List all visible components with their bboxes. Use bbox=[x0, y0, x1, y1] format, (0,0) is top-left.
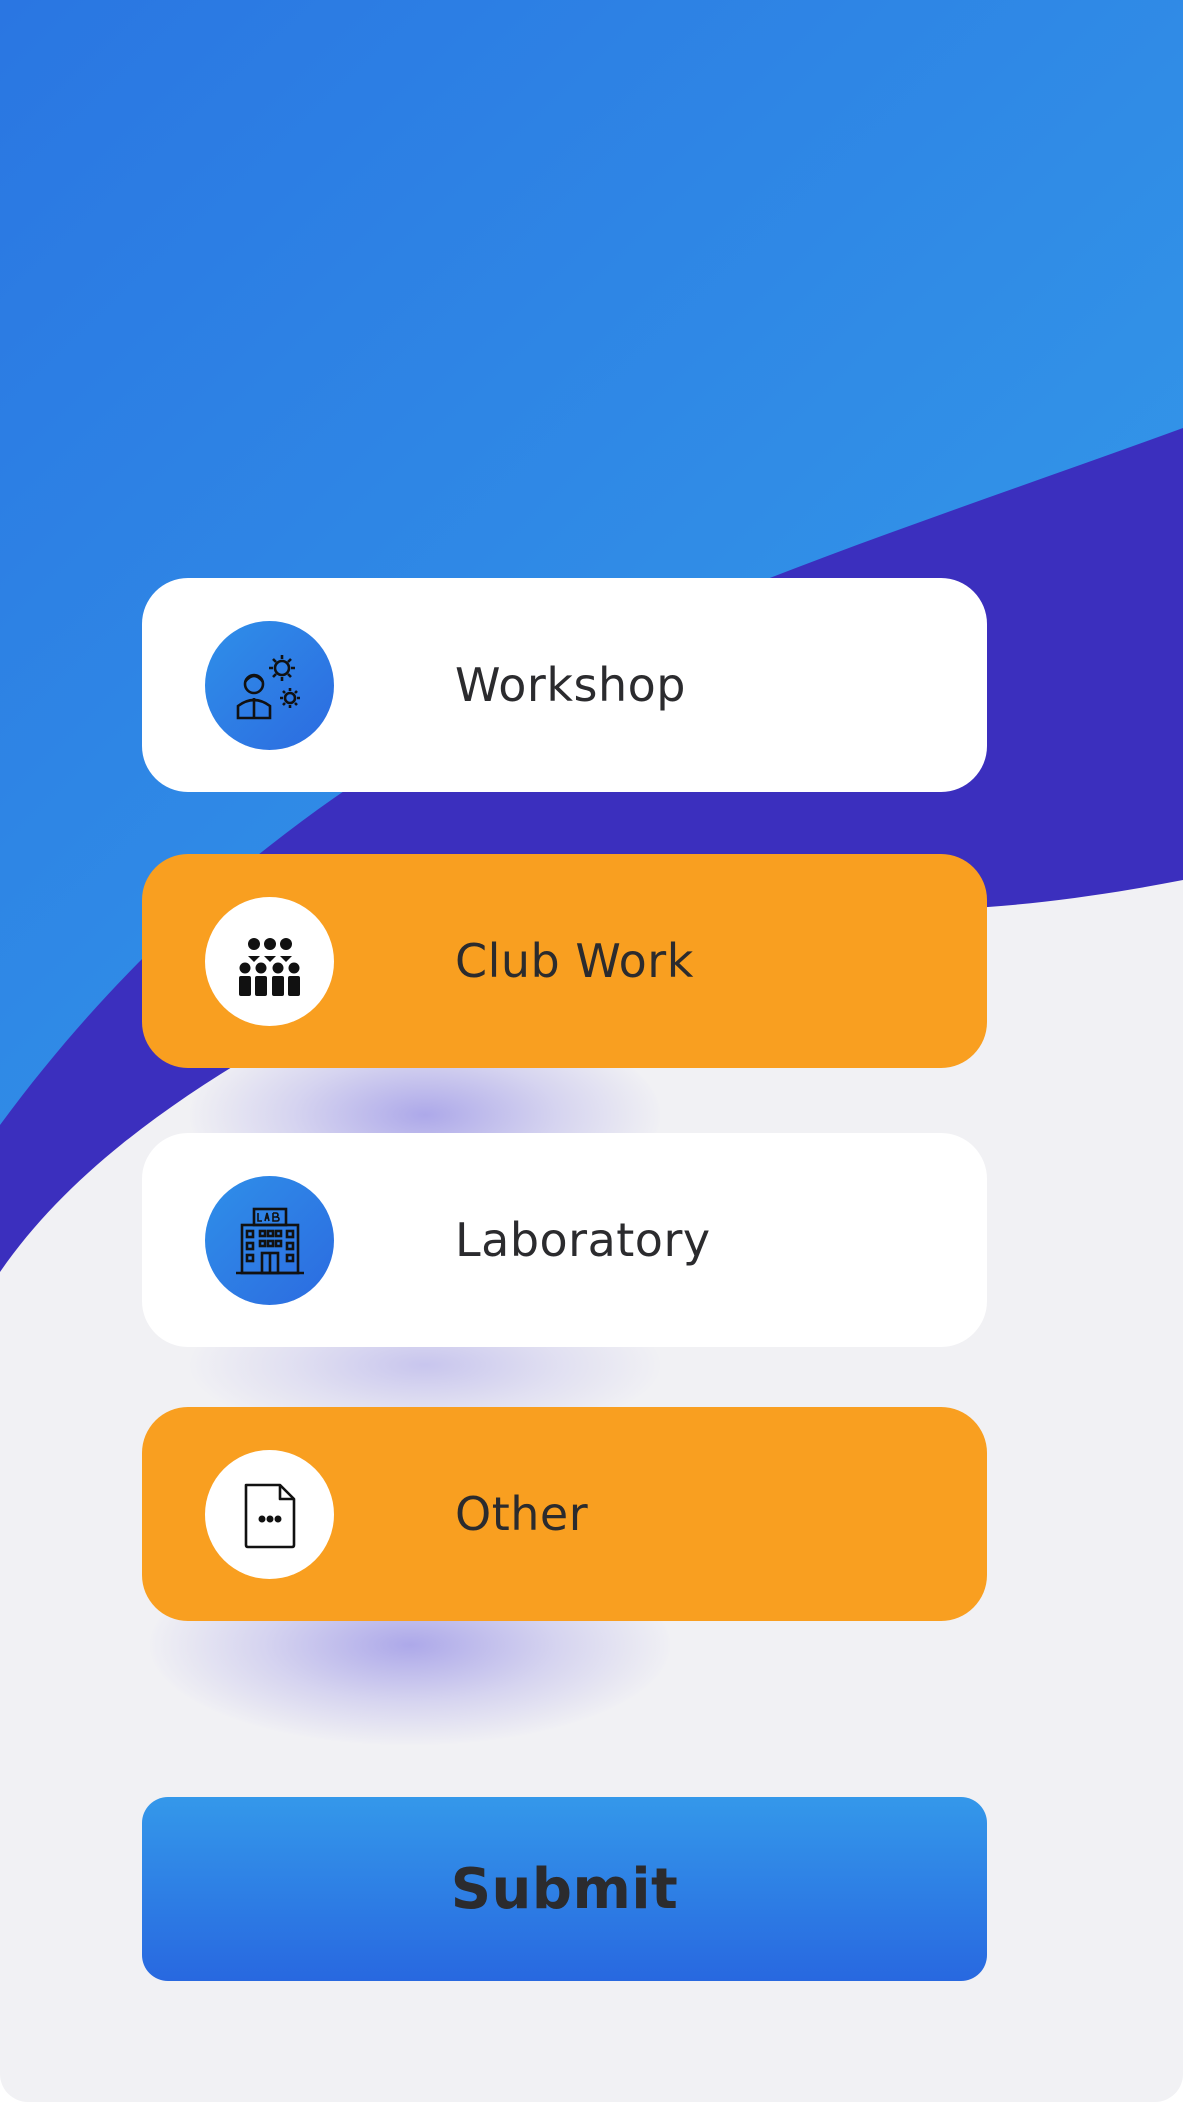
group-people-icon-badge bbox=[205, 897, 334, 1026]
group-people-icon bbox=[238, 937, 300, 996]
document-more-icon-badge bbox=[205, 1450, 334, 1579]
option-label: Other bbox=[455, 1487, 589, 1541]
submit-label: Submit bbox=[450, 1856, 679, 1922]
option-club-work[interactable]: Club Work bbox=[142, 854, 987, 1068]
worker-gears-icon bbox=[236, 654, 300, 719]
option-laboratory[interactable]: Laboratory bbox=[142, 1133, 987, 1347]
option-label: Club Work bbox=[455, 934, 694, 988]
option-other[interactable]: Other bbox=[142, 1407, 987, 1621]
lab-building-icon bbox=[235, 1207, 304, 1274]
submit-button[interactable]: Submit bbox=[142, 1797, 987, 1981]
document-more-icon bbox=[244, 1483, 295, 1548]
lab-building-icon-badge bbox=[205, 1176, 334, 1305]
category-selection-screen: Workshop Club Work Laboratory Other Subm… bbox=[0, 0, 1183, 2102]
option-label: Workshop bbox=[455, 658, 686, 712]
option-workshop[interactable]: Workshop bbox=[142, 578, 987, 792]
option-label: Laboratory bbox=[455, 1213, 711, 1267]
worker-gears-icon-badge bbox=[205, 621, 334, 750]
